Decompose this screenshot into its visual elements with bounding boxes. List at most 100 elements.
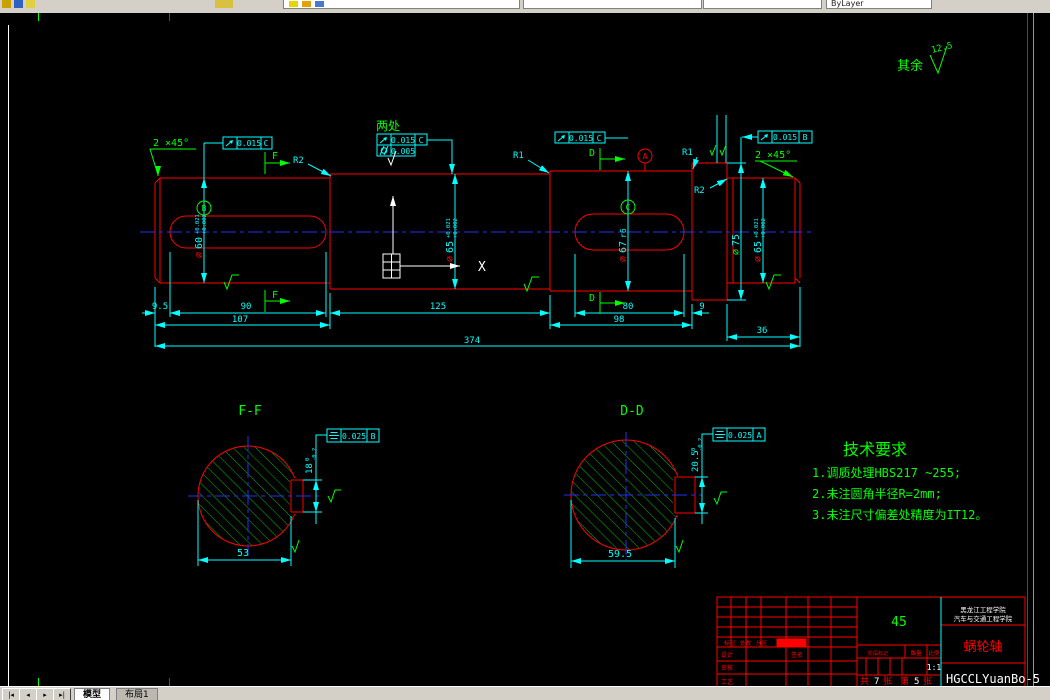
datum-c-label: C	[626, 203, 631, 212]
svg-text:60: 60	[194, 237, 205, 249]
part-name: 蜗轮轴	[963, 639, 1002, 655]
title-block: 45 黑龙江工程学院 汽车与交通工程学院 蜗轮轴 HGCCLYuanBo-5 1…	[716, 596, 1040, 688]
svg-text:+0.021: +0.021	[754, 218, 760, 238]
svg-text:C: C	[597, 134, 602, 143]
layout-tab-bar: |◂ ◂ ▸ ▸| 模型 布局1	[0, 686, 1050, 700]
dim-dia65-right: ⌀ 65 +0.021 +0.002	[753, 218, 767, 262]
section-dd-title: D-D	[620, 404, 644, 419]
svg-text:0.015: 0.015	[391, 136, 415, 145]
process-label: 工艺	[721, 678, 733, 686]
stage-label: 阶段标记	[868, 650, 888, 657]
diameter-dimensions: ⌀ 60 +0.021 +0.002 B ⌀ 65 +0.021 +0.002 …	[194, 137, 767, 300]
svg-text:0.025: 0.025	[728, 431, 752, 440]
next-tab-button[interactable]: ▸	[36, 688, 54, 700]
symmetry-icon	[715, 431, 725, 438]
section-d-top: D	[589, 148, 595, 159]
toolbar-icon[interactable]	[14, 0, 23, 8]
section-f-top: F	[272, 151, 278, 162]
linetype-combobox[interactable]	[703, 0, 822, 9]
section-view-ff: F-F 53 18 0 -0.2 0.025 B	[188, 404, 380, 566]
last-tab-button[interactable]: ▸|	[53, 688, 71, 700]
dim-dd-59-5: 59.5	[608, 549, 632, 560]
svg-text:+0.002: +0.002	[453, 218, 459, 238]
dim-125: 125	[430, 302, 446, 312]
svg-text:B: B	[803, 133, 808, 142]
dim-9-5: 9.5	[152, 302, 168, 312]
layers-icon[interactable]	[215, 0, 233, 8]
chamfer-right-note: 2 ×45°	[755, 150, 791, 161]
tab-layout1[interactable]: 布局1	[116, 688, 158, 700]
svg-text:75: 75	[731, 234, 742, 246]
dim-9: 9	[699, 302, 704, 312]
dim-r1-right: R1	[682, 148, 693, 158]
dim-98: 98	[614, 315, 625, 325]
design-label: 设计	[721, 651, 733, 659]
dim-dia60: ⌀ 60 +0.021 +0.002	[194, 214, 208, 258]
fcf-two-places: 两处 0.015 C 0.005	[376, 119, 455, 174]
ucs-x-label: X	[478, 260, 486, 275]
svg-text:⌀: ⌀	[194, 252, 205, 258]
toolbar-icon[interactable]	[26, 0, 35, 8]
svg-text:C: C	[264, 139, 269, 148]
dim-36: 36	[757, 326, 768, 336]
chamfer-left-note: 2 ×45°	[153, 138, 189, 149]
svg-text:65: 65	[445, 241, 456, 253]
circular-runout-icon	[760, 134, 768, 141]
dim-dia67: ⌀ 67 r6	[618, 228, 629, 262]
dim-dia75: ⌀ 75	[731, 234, 742, 255]
svg-text:18: 18	[305, 463, 315, 474]
svg-text:0: 0	[691, 448, 697, 451]
svg-text:+0.002: +0.002	[761, 218, 767, 238]
mark-label: 标记	[724, 639, 736, 647]
dim-374: 374	[464, 336, 480, 346]
top-toolbar: ByLayer	[0, 0, 1050, 13]
symmetry-icon	[329, 432, 339, 439]
drawing-viewport[interactable]: 其余 12.5 9.5 90 107 125 80 9 98 36 374 ⌀ …	[0, 13, 1050, 688]
dim-ff-53: 53	[237, 548, 249, 559]
svg-text:0.015: 0.015	[569, 134, 593, 143]
color-combobox[interactable]	[523, 0, 702, 9]
dim-r2-right: R2	[694, 186, 705, 196]
svg-text:B: B	[371, 432, 376, 441]
roughness-icon	[291, 539, 300, 554]
dim-90: 90	[241, 302, 252, 312]
zone-label: 分区	[756, 639, 768, 647]
toolbar-icon[interactable]	[2, 0, 11, 8]
tab-model[interactable]: 模型	[74, 688, 111, 700]
roughness-marks	[223, 144, 781, 293]
lock-icon	[315, 1, 324, 7]
tech-line-3: 3.未注尺寸偏差处精度为IT12。	[812, 507, 987, 522]
first-tab-button[interactable]: |◂	[2, 688, 20, 700]
svg-text:+0.021: +0.021	[446, 218, 452, 238]
svg-text:-0.2: -0.2	[698, 438, 704, 451]
dim-r2-left: R2	[293, 156, 304, 166]
roughness-icon	[327, 489, 341, 504]
dim-dia65-mid: ⌀ 65 +0.021 +0.002	[445, 218, 459, 262]
fcf-runout-left: 0.015 C	[204, 136, 273, 150]
prev-tab-button[interactable]: ◂	[19, 688, 37, 700]
svg-text:r6: r6	[619, 228, 628, 238]
svg-text:0: 0	[305, 458, 311, 461]
extension-lines	[154, 115, 801, 347]
svg-text:A: A	[757, 431, 762, 440]
svg-text:⌀: ⌀	[618, 256, 629, 262]
layer-combobox[interactable]	[283, 0, 520, 9]
datum-a-label: A	[643, 152, 648, 161]
scale-value: 1:1	[927, 663, 942, 672]
cylindricity-icon	[379, 145, 389, 156]
tech-line-1: 1.调质处理HBS217 ~255;	[812, 466, 961, 480]
section-d-bottom: D	[589, 293, 595, 304]
svg-text:+0.002: +0.002	[202, 214, 208, 234]
circular-runout-icon	[557, 135, 565, 142]
fcf-runout-end: 0.015 B	[742, 130, 813, 144]
fcf-symmetry-dd: 0.025 A	[701, 427, 766, 466]
svg-text:⌀: ⌀	[753, 256, 764, 262]
drawing-area[interactable]: 其余 12.5 9.5 90 107 125 80 9 98 36 374 ⌀ …	[0, 13, 1050, 688]
svg-text:0.015: 0.015	[773, 133, 797, 142]
lightbulb-icon	[289, 1, 298, 7]
dim-r1-left: R1	[513, 151, 524, 161]
sheet-frame	[8, 13, 1034, 686]
svg-text:C: C	[419, 136, 424, 145]
check-label: 审核	[721, 664, 733, 672]
lineweight-combobox[interactable]: ByLayer	[826, 0, 932, 9]
